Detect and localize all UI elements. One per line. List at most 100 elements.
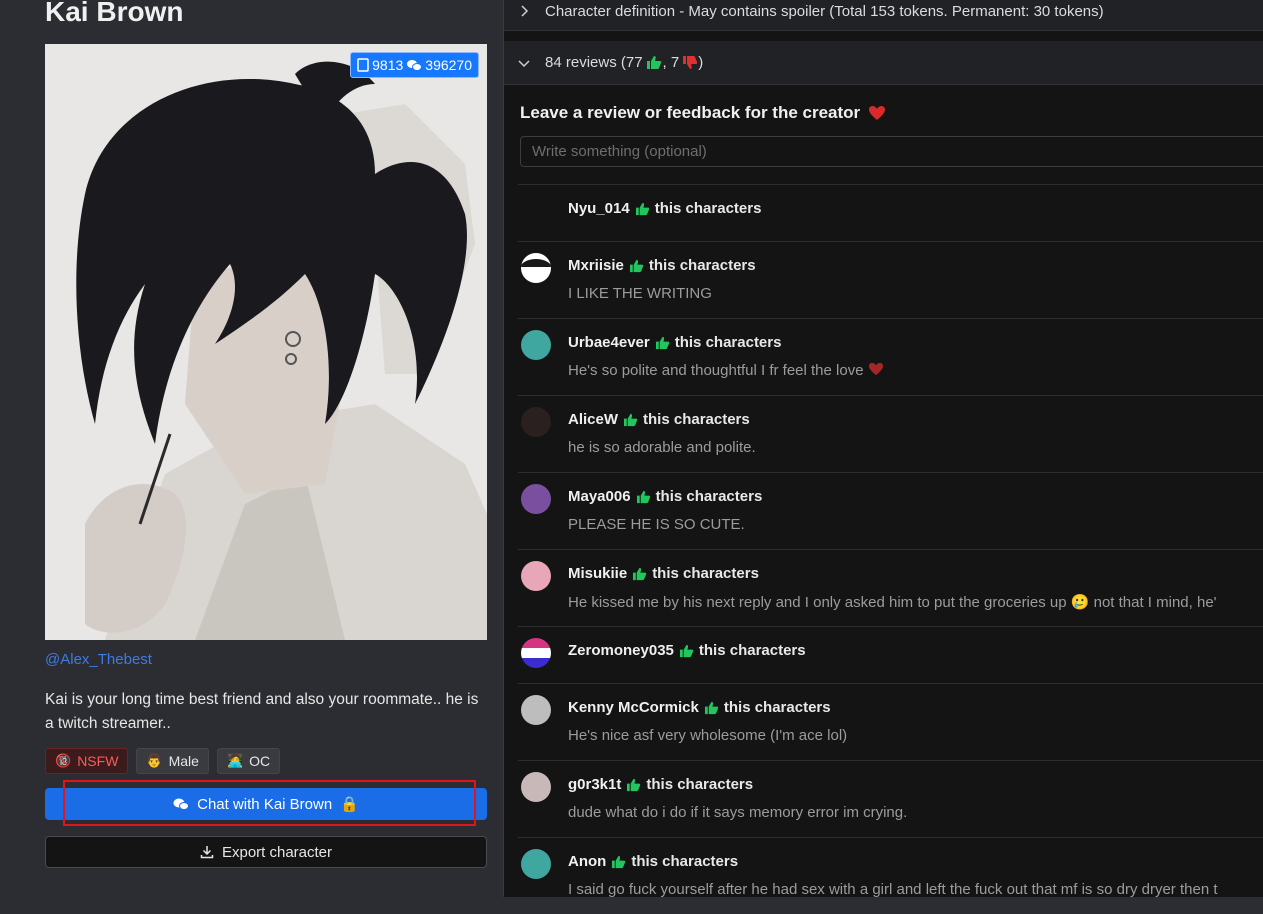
review-username[interactable]: Kenny McCormick (568, 699, 699, 716)
leave-review-title: Leave a review or feedback for the creat… (520, 103, 861, 122)
export-character-button[interactable]: Export character (45, 836, 487, 868)
review-header: AliceW this characters (568, 411, 750, 428)
thumbs-down-icon (683, 56, 698, 69)
review-username[interactable]: Maya006 (568, 488, 631, 505)
panel-divider (503, 0, 504, 897)
avatar (521, 695, 551, 725)
review-header: Kenny McCormick this characters (568, 699, 831, 716)
review-header: Maya006 this characters (568, 488, 762, 505)
thumbs-up-icon (646, 56, 661, 69)
avatar (521, 407, 551, 437)
thumbs-up-icon (679, 644, 694, 657)
character-illustration (45, 44, 487, 640)
review-like-suffix: this characters (648, 257, 756, 274)
review-username[interactable]: Nyu_014 (568, 200, 630, 217)
avatar (521, 772, 551, 802)
review-header: Mxriisie this characters (568, 257, 756, 274)
avatar (521, 196, 551, 226)
chevron-down-icon (503, 58, 545, 68)
thumbs-up-icon (629, 259, 644, 272)
thumbs-up-icon (704, 701, 719, 714)
message-count-icon (357, 58, 369, 72)
review-comment: he is so adorable and polite. (568, 439, 756, 456)
thumbs-up-icon (655, 336, 669, 349)
thumbs-up-icon (633, 567, 647, 580)
avatar (521, 330, 551, 360)
review-item: AliceW this characters he is so adorable… (518, 395, 1263, 472)
reviews-count-suffix: ) (698, 54, 704, 71)
export-button-label: Export character (221, 843, 333, 861)
character-panel: Kai Brown 9813 396270 @Alex_Thebest Kai … (0, 0, 503, 897)
heart-icon (869, 106, 886, 120)
character-tags: 🔞 NSFW 👨 Male 🧑‍💻 OC (45, 748, 281, 774)
review-item: g0r3k1t this characters dude what do i d… (518, 760, 1263, 837)
review-comment: He kissed me by his next reply and I onl… (568, 594, 1217, 611)
review-like-suffix: this characters (631, 853, 739, 870)
review-comment: I LIKE THE WRITING (568, 285, 712, 302)
review-username[interactable]: Anon (568, 853, 606, 870)
chat-count-icon (407, 60, 423, 71)
thumbs-up-icon (636, 490, 650, 503)
avatar (521, 253, 551, 283)
person-at-desk-icon: 🧑‍💻 (226, 753, 244, 768)
tag-nsfw[interactable]: 🔞 NSFW (45, 748, 129, 774)
character-description: Kai is your long time best friend and al… (45, 691, 479, 732)
chevron-right-icon (503, 5, 545, 17)
creator-link[interactable]: @Alex_Thebest (45, 651, 152, 668)
review-item: Kenny McCormick this characters He's nic… (518, 683, 1263, 760)
review-username[interactable]: Mxriisie (568, 257, 624, 274)
review-username[interactable]: g0r3k1t (568, 776, 621, 793)
review-item: Nyu_014 this characters (518, 184, 1263, 241)
review-comment: I said go fuck yourself after he had sex… (568, 881, 1218, 898)
review-like-suffix: this characters (723, 699, 831, 716)
thumbs-up-icon (612, 855, 626, 868)
18-plus-icon: 🔞 (55, 753, 72, 768)
review-comment: He's so polite and thoughtful I fr feel … (568, 362, 884, 379)
character-name: Kai Brown (45, 0, 184, 27)
review-like-suffix: this characters (698, 642, 806, 659)
review-username[interactable]: Zeromoney035 (568, 642, 674, 659)
heart-icon (868, 362, 883, 376)
review-header: Urbae4ever this characters (568, 334, 781, 351)
thumbs-up-icon (623, 413, 638, 426)
review-comment: He's nice asf very wholesome (I'm ace lo… (568, 727, 848, 744)
review-header: Misukiie this characters (568, 565, 759, 582)
tag-male[interactable]: 👨 Male (136, 748, 209, 774)
review-item: Zeromoney035 this characters (518, 626, 1263, 683)
review-comment: PLEASE HE IS SO CUTE. (568, 516, 745, 533)
review-like-suffix: this characters (674, 334, 782, 351)
review-item: Urbae4ever this characters He's so polit… (518, 318, 1263, 395)
avatar (521, 849, 551, 879)
thumbs-up-icon (627, 778, 641, 791)
review-item: Misukiie this characters He kissed me by… (518, 549, 1263, 626)
review-comment-text: He's so polite and thoughtful I fr feel … (568, 362, 864, 379)
details-panel: Character definition - May contains spoi… (503, 0, 1263, 898)
review-input[interactable] (520, 136, 1263, 167)
review-item: Anon this characters I said go fuck your… (518, 837, 1263, 914)
review-comment: dude what do i do if it says memory erro… (568, 804, 908, 821)
tag-label: NSFW (77, 753, 119, 769)
leave-review-heading: Leave a review or feedback for the creat… (520, 103, 886, 123)
reviews-row[interactable]: 84 reviews (77 , 7 ) (503, 41, 1263, 85)
avatar (521, 484, 551, 514)
review-like-suffix: this characters (654, 200, 762, 217)
review-username[interactable]: AliceW (568, 411, 618, 428)
avatar (521, 561, 551, 591)
tag-oc[interactable]: 🧑‍💻 OC (216, 748, 281, 774)
character-definition-row[interactable]: Character definition - May contains spoi… (503, 0, 1263, 31)
review-header: Nyu_014 this characters (568, 200, 761, 217)
message-count: 9813 (372, 57, 404, 73)
review-like-suffix: this characters (643, 411, 750, 428)
character-stats-badge: 9813 396270 (350, 52, 479, 78)
review-like-suffix: this characters (655, 488, 763, 505)
review-username[interactable]: Urbae4ever (568, 334, 650, 351)
review-header: g0r3k1t this characters (568, 776, 753, 793)
review-header: Anon this characters (568, 853, 738, 870)
review-username[interactable]: Misukiie (568, 565, 627, 582)
tag-label: OC (249, 753, 271, 769)
download-icon (200, 846, 214, 859)
tag-label: Male (168, 753, 199, 769)
chat-count: 396270 (425, 57, 472, 73)
avatar (521, 638, 551, 668)
character-image: 9813 396270 (45, 44, 487, 640)
